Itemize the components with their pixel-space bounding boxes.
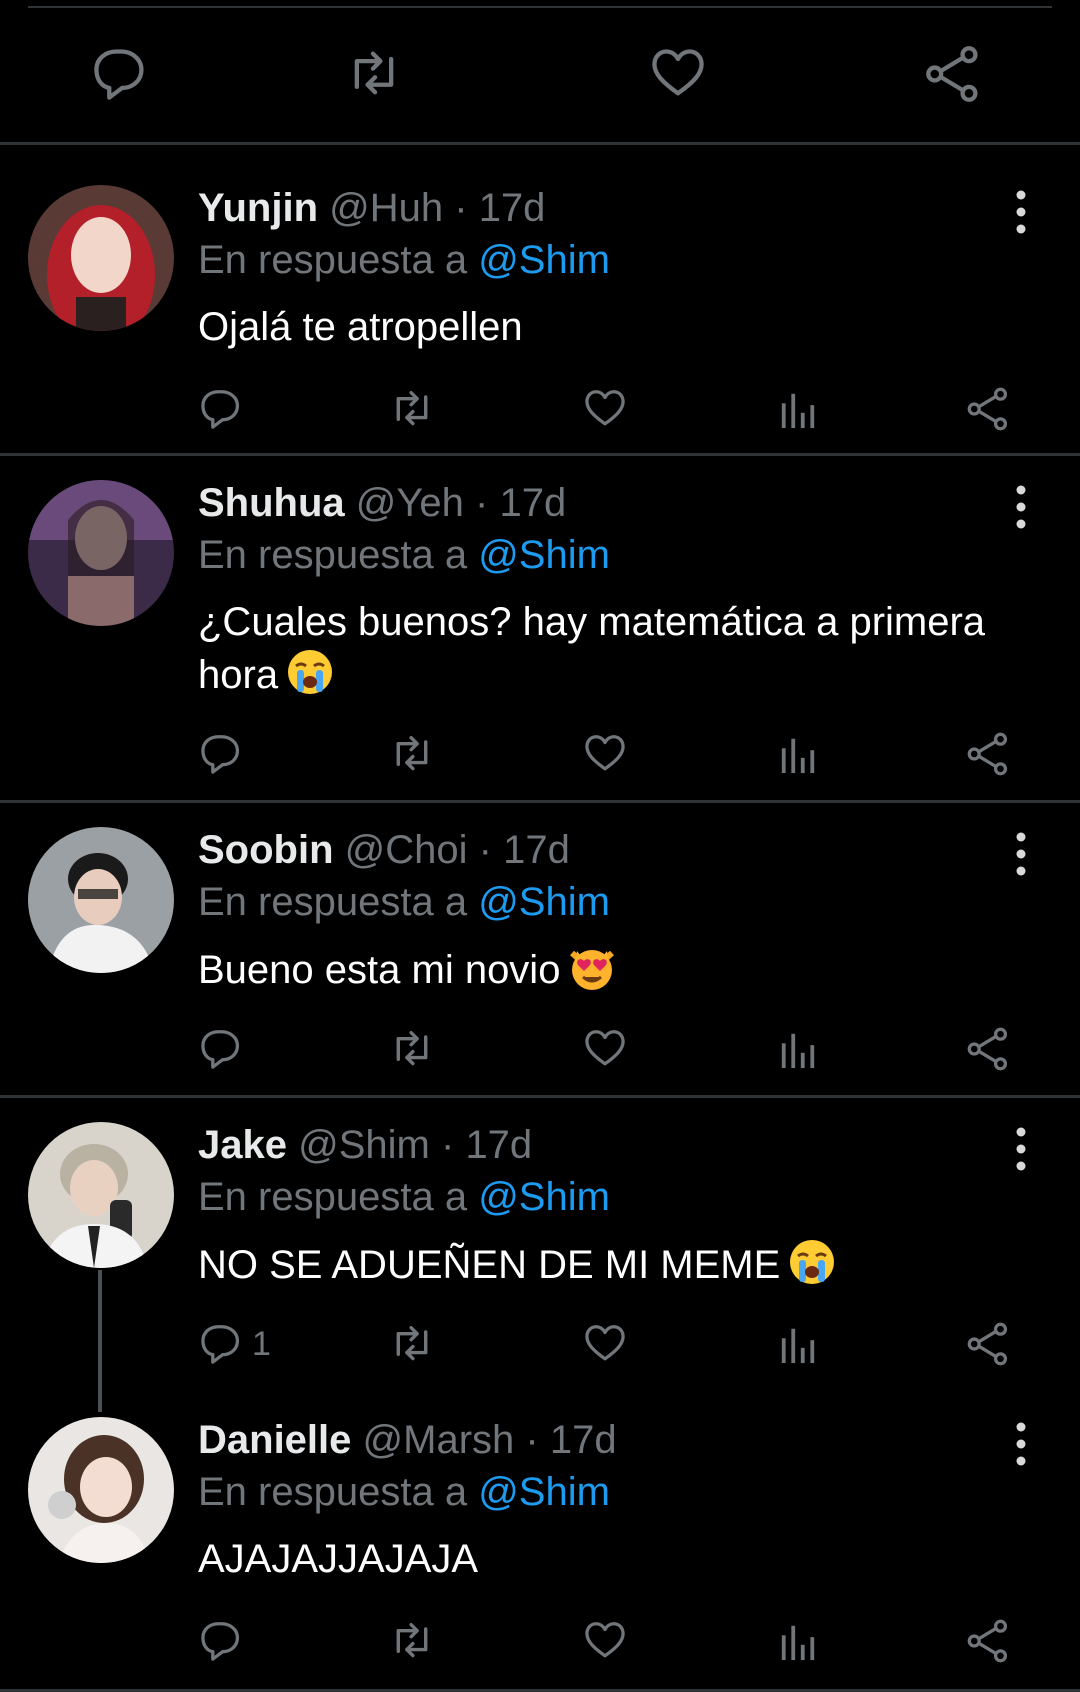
- display-name[interactable]: Soobin: [198, 828, 334, 872]
- separator-dot: ·: [478, 828, 492, 872]
- display-name[interactable]: Yunjin: [198, 186, 318, 230]
- more-options-icon[interactable]: [1006, 187, 1036, 237]
- tweet-text: AJAJAJJAJAJA: [198, 1533, 1048, 1585]
- reply-icon[interactable]: [198, 1021, 244, 1077]
- avatar[interactable]: [28, 827, 174, 973]
- timestamp: 17d: [499, 481, 567, 525]
- reply-mention-link[interactable]: @Shim: [478, 1470, 610, 1514]
- tweet-text: ¿Cuales buenos? hay matemática a primera…: [198, 596, 1048, 701]
- reply-mention-link[interactable]: @Shim: [478, 1175, 610, 1219]
- share-icon[interactable]: [966, 726, 1012, 782]
- user-handle[interactable]: @Shim: [298, 1123, 430, 1167]
- like-icon[interactable]: [582, 1613, 628, 1669]
- top-divider: [28, 6, 1052, 8]
- more-options-icon[interactable]: [1006, 1124, 1036, 1174]
- retweet-icon[interactable]: [344, 44, 404, 104]
- user-handle[interactable]: @Choi: [345, 828, 468, 872]
- reply-mention-link[interactable]: @Shim: [478, 880, 610, 924]
- share-icon[interactable]: [966, 381, 1012, 437]
- tweet-actions: [0, 1613, 1080, 1669]
- reply-context-label: En respuesta a: [198, 533, 468, 577]
- tweet-actions: [0, 381, 1080, 437]
- reply-icon[interactable]: [90, 44, 150, 104]
- tweet-text: Bueno esta mi novio: [198, 943, 1048, 996]
- tweet-actions: 1: [0, 1316, 1080, 1372]
- tweet-text: Ojalá te atropellen: [198, 301, 1048, 353]
- reply-mention-link[interactable]: @Shim: [478, 533, 610, 577]
- avatar[interactable]: [28, 185, 174, 331]
- reply-context-label: En respuesta a: [198, 1470, 468, 1514]
- tweet-text-content: AJAJAJJAJAJA: [198, 1537, 479, 1581]
- like-icon[interactable]: [648, 44, 708, 104]
- reply-context-label: En respuesta a: [198, 238, 468, 282]
- separator-dot: ·: [475, 481, 489, 525]
- retweet-icon[interactable]: [388, 1613, 436, 1669]
- separator-dot: ·: [440, 1123, 455, 1167]
- avatar[interactable]: [28, 480, 174, 626]
- tweet-text: NO SE ADUEÑEN DE MI MEME: [198, 1238, 1048, 1291]
- timestamp: 17d: [503, 828, 570, 872]
- analytics-icon[interactable]: [778, 381, 818, 437]
- tweet-shuhua[interactable]: Shuhua @Yeh · 17d En respuesta a @Shim ¿…: [0, 456, 1080, 800]
- timestamp: 17d: [465, 1123, 533, 1167]
- tweet-text-content: NO SE ADUEÑEN DE MI MEME: [198, 1243, 781, 1287]
- reply-icon[interactable]: [198, 726, 244, 782]
- more-options-icon[interactable]: [1006, 829, 1036, 879]
- tweet-text-content: Ojalá te atropellen: [198, 305, 523, 349]
- display-name[interactable]: Shuhua: [198, 481, 345, 525]
- tweet-actions: [0, 726, 1080, 782]
- share-icon[interactable]: [966, 1316, 1012, 1372]
- tweet-yunjin[interactable]: Yunjin @Huh · 17d En respuesta a @Shim O…: [0, 145, 1080, 453]
- analytics-icon[interactable]: [778, 1021, 818, 1077]
- avatar[interactable]: [28, 1122, 174, 1268]
- reply-icon[interactable]: [198, 1613, 244, 1669]
- reply-context-label: En respuesta a: [198, 1175, 468, 1219]
- display-name[interactable]: Jake: [198, 1123, 287, 1167]
- analytics-icon[interactable]: [778, 1613, 818, 1669]
- retweet-icon[interactable]: [388, 1316, 436, 1372]
- main-tweet-actions: [0, 20, 1080, 130]
- loudly-crying-face-emoji: [286, 648, 334, 696]
- share-icon[interactable]: [966, 1021, 1012, 1077]
- user-handle[interactable]: @Yeh: [356, 481, 464, 525]
- retweet-icon[interactable]: [388, 1021, 436, 1077]
- tweet-danielle[interactable]: Danielle @Marsh · 17d En respuesta a @Sh…: [0, 1393, 1080, 1689]
- analytics-icon[interactable]: [778, 1316, 818, 1372]
- more-options-icon[interactable]: [1006, 1419, 1036, 1469]
- reply-mention-link[interactable]: @Shim: [478, 238, 610, 282]
- more-options-icon[interactable]: [1006, 482, 1036, 532]
- analytics-icon[interactable]: [778, 726, 818, 782]
- avatar[interactable]: [28, 1417, 174, 1563]
- heart-eyes-cat-emoji: [568, 943, 616, 991]
- like-icon[interactable]: [582, 1021, 628, 1077]
- user-handle[interactable]: @Marsh: [363, 1418, 515, 1462]
- timestamp: 17d: [478, 186, 546, 230]
- display-name[interactable]: Danielle: [198, 1418, 351, 1462]
- like-icon[interactable]: [582, 1316, 628, 1372]
- tweet-jake[interactable]: Jake @Shim · 17d En respuesta a @Shim NO…: [0, 1098, 1080, 1392]
- share-icon[interactable]: [924, 44, 984, 104]
- reply-icon[interactable]: [198, 381, 244, 437]
- reply-icon[interactable]: 1: [198, 1316, 271, 1372]
- share-icon[interactable]: [966, 1613, 1012, 1669]
- timestamp: 17d: [549, 1418, 617, 1462]
- tweet-soobin[interactable]: Soobin @Choi · 17d En respuesta a @Shim …: [0, 803, 1080, 1095]
- like-icon[interactable]: [582, 381, 628, 437]
- retweet-icon[interactable]: [388, 381, 436, 437]
- reply-context-label: En respuesta a: [198, 880, 468, 924]
- tweet-text-content: Bueno esta mi novio: [198, 948, 561, 992]
- reply-count: 1: [252, 1324, 271, 1363]
- like-icon[interactable]: [582, 726, 628, 782]
- tweet-actions: [0, 1021, 1080, 1077]
- separator-dot: ·: [525, 1418, 539, 1462]
- retweet-icon[interactable]: [388, 726, 436, 782]
- user-handle[interactable]: @Huh: [329, 186, 443, 230]
- separator-dot: ·: [454, 186, 468, 230]
- loudly-crying-face-emoji: [788, 1238, 836, 1286]
